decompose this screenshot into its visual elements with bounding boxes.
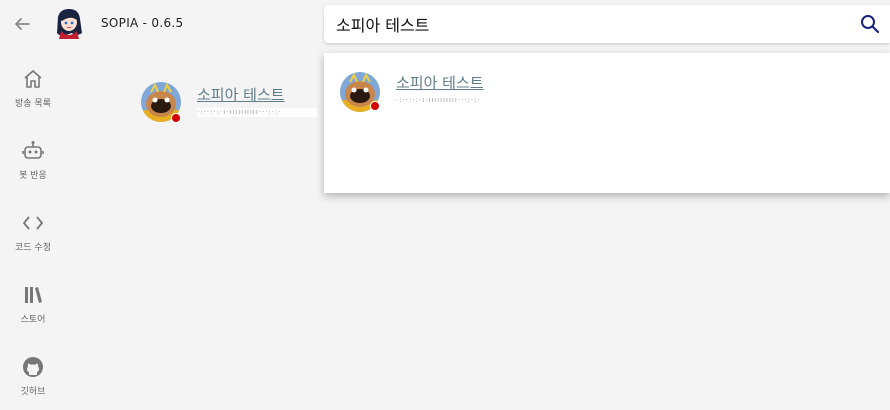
user-name-link[interactable]: 소피아 테스트 xyxy=(396,72,484,93)
github-icon xyxy=(22,356,44,378)
search-bar xyxy=(324,5,890,43)
dropdown-result-item[interactable]: 소피아 테스트 ·:··:·:·ı·ıııııııııı···:·:· xyxy=(340,72,520,116)
sidebar-item-store[interactable]: 스토어 xyxy=(0,284,66,346)
library-icon xyxy=(22,284,44,306)
sopia-logo xyxy=(52,7,86,41)
user-result-card[interactable]: 소피아 테스트 ·:··:·:·ı·ıııııııııı···:·:· xyxy=(141,82,321,126)
sidebar-item-bot-response[interactable]: 봇 반응 xyxy=(0,140,66,202)
sidebar-item-label: 스토어 xyxy=(20,315,46,325)
search-results-dropdown: 소피아 테스트 ·:··:·:·ı·ıııııııııı···:·:· xyxy=(324,53,890,193)
sidebar-item-label: 방송 목록 xyxy=(15,99,51,109)
top-bar: SOPIA - 0.6.5 xyxy=(0,0,890,48)
search-input[interactable] xyxy=(336,13,836,35)
search-icon[interactable] xyxy=(860,14,880,34)
sidebar-item-code-edit[interactable]: 코드 수정 xyxy=(0,212,66,274)
app-title: SOPIA - 0.6.5 xyxy=(101,16,184,30)
home-icon xyxy=(22,68,44,90)
sidebar-item-label: 코드 수정 xyxy=(15,243,51,253)
user-subtitle: ·:··:·:·ı·ıııııııııı···:·:· xyxy=(396,96,481,104)
sidebar-item-label: 깃허브 xyxy=(20,387,46,397)
code-icon xyxy=(22,212,44,234)
robot-icon xyxy=(22,140,44,162)
user-subtitle: ·:··:·:·ı·ıııııııııı···:·:· xyxy=(197,108,317,117)
sidebar-item-broadcast-list[interactable]: 방송 목록 xyxy=(0,68,66,130)
arrow-left-icon[interactable] xyxy=(12,14,32,34)
live-indicator xyxy=(370,101,380,111)
user-name-link[interactable]: 소피아 테스트 xyxy=(197,84,285,105)
live-indicator xyxy=(171,113,181,123)
sidebar-item-github[interactable]: 깃허브 xyxy=(0,356,66,410)
sidebar-item-label: 봇 반응 xyxy=(19,171,47,181)
